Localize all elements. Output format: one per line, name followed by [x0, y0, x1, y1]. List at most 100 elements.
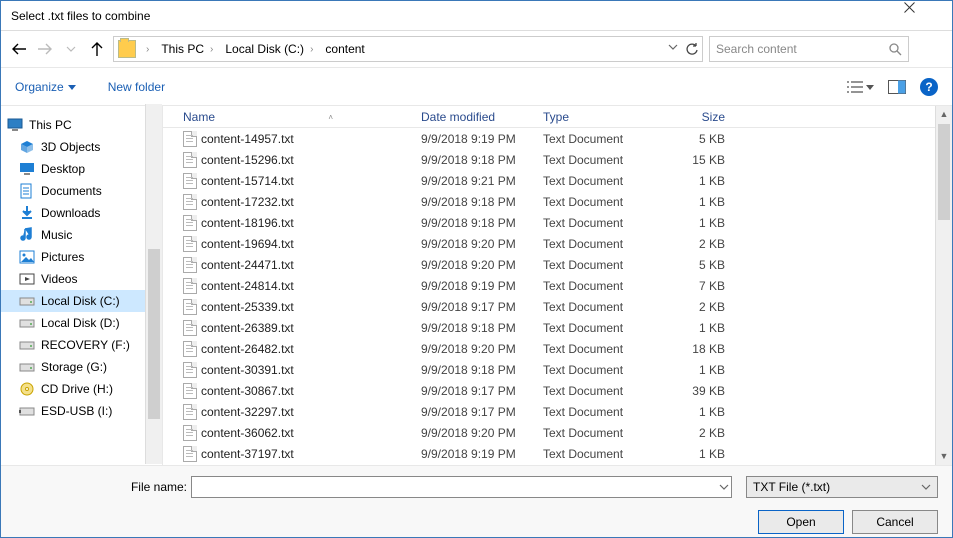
file-size: 1 KB	[663, 216, 733, 230]
forward-button[interactable]	[35, 39, 55, 59]
text-file-icon	[183, 257, 197, 273]
breadcrumb-sep[interactable]: ›	[140, 44, 155, 55]
tree-item[interactable]: Pictures	[1, 246, 162, 268]
file-type: Text Document	[543, 300, 663, 314]
file-row[interactable]: content-25339.txt 9/9/2018 9:17 PMText Do…	[163, 296, 952, 317]
file-date: 9/9/2018 9:17 PM	[421, 300, 543, 314]
view-options-button[interactable]	[846, 80, 874, 94]
tree-item-label: CD Drive (H:)	[41, 382, 113, 396]
file-size: 15 KB	[663, 153, 733, 167]
file-row[interactable]: content-24471.txt9/9/2018 9:20 PMText Do…	[163, 254, 952, 275]
organize-label: Organize	[15, 80, 64, 94]
chevron-down-icon	[719, 482, 729, 492]
tree-item[interactable]: Music	[1, 224, 162, 246]
back-button[interactable]	[9, 39, 29, 59]
tree-item[interactable]: RECOVERY (F:)	[1, 334, 162, 356]
dropdown-icon	[866, 83, 874, 91]
breadcrumb-item-2[interactable]: content	[323, 42, 366, 56]
breadcrumb-item-1[interactable]: Local Disk (C:)›	[223, 42, 319, 56]
column-header-size[interactable]: Size	[663, 110, 733, 124]
cancel-button[interactable]: Cancel	[852, 510, 938, 534]
file-name: content-30867.txt	[201, 384, 294, 398]
help-button[interactable]: ?	[920, 78, 938, 96]
open-button[interactable]: Open	[758, 510, 844, 534]
scrollbar-thumb[interactable]	[938, 124, 950, 220]
dropdown-icon	[68, 83, 76, 91]
tree-scrollbar[interactable]	[145, 104, 162, 464]
filename-input[interactable]	[192, 477, 719, 497]
file-row[interactable]: content-17232.txt9/9/2018 9:18 PMText Do…	[163, 191, 952, 212]
text-file-icon	[183, 131, 197, 147]
file-type: Text Document	[543, 216, 663, 230]
file-row[interactable]: content-14957.txt9/9/2018 9:19 PMText Do…	[163, 128, 952, 149]
file-date: 9/9/2018 9:19 PM	[421, 132, 543, 146]
file-row[interactable]: content-30391.txt9/9/2018 9:18 PMText Do…	[163, 359, 952, 380]
file-row[interactable]: content-36062.txt9/9/2018 9:20 PMText Do…	[163, 422, 952, 443]
file-date: 9/9/2018 9:17 PM	[421, 405, 543, 419]
navigation-tree: This PC 3D ObjectsDesktop Documents Downlo…	[1, 106, 163, 465]
tree-item[interactable]: 3D Objects	[1, 136, 162, 158]
file-row[interactable]: content-19694.txt9/9/2018 9:20 PMText Do…	[163, 233, 952, 254]
organize-menu[interactable]: Organize	[15, 80, 76, 94]
tree-root-label: This PC	[29, 118, 72, 132]
tree-item[interactable]: Videos	[1, 268, 162, 290]
file-row[interactable]: content-15296.txt9/9/2018 9:18 PMText Do…	[163, 149, 952, 170]
file-row[interactable]: content-32297.txt9/9/2018 9:17 PMText Do…	[163, 401, 952, 422]
file-row[interactable]: content-26482.txt9/9/2018 9:20 PMText Do…	[163, 338, 952, 359]
file-row[interactable]: content-26389.txt9/9/2018 9:18 PMText Do…	[163, 317, 952, 338]
up-button[interactable]	[87, 39, 107, 59]
tree-item[interactable]: Storage (G:)	[1, 356, 162, 378]
tree-root-this-pc[interactable]: This PC	[1, 114, 162, 136]
drive-icon	[19, 293, 35, 309]
tree-item-label: Downloads	[41, 206, 100, 220]
file-type: Text Document	[543, 426, 663, 440]
column-header-name[interactable]: Name ˄	[163, 110, 421, 124]
file-name: content-37197.txt	[201, 447, 294, 461]
tree-item[interactable]: ESD-USB (I:)	[1, 400, 162, 422]
preview-pane-button[interactable]	[888, 80, 906, 94]
text-file-icon	[183, 404, 197, 420]
file-size: 1 KB	[663, 447, 733, 461]
column-header-date[interactable]: Date modified	[421, 110, 543, 124]
scrollbar-thumb[interactable]	[148, 249, 160, 419]
text-file-icon	[183, 320, 197, 336]
file-row[interactable]: content-24814.txt9/9/2018 9:19 PMText Do…	[163, 275, 952, 296]
tree-item[interactable]: Local Disk (C:)	[1, 290, 162, 312]
file-name: content-17232.txt	[201, 195, 294, 209]
refresh-button[interactable]	[684, 42, 698, 56]
tree-item[interactable]: Documents	[1, 180, 162, 202]
tree-item[interactable]: Local Disk (D:)	[1, 312, 162, 334]
file-date: 9/9/2018 9:20 PM	[421, 342, 543, 356]
tree-item[interactable]: Desktop	[1, 158, 162, 180]
address-dropdown[interactable]	[668, 42, 678, 56]
view-list-icon	[846, 80, 864, 94]
search-input[interactable]: Search content	[709, 36, 909, 62]
file-row[interactable]: content-30867.txt9/9/2018 9:17 PMText Do…	[163, 380, 952, 401]
breadcrumb-item-0[interactable]: This PC›	[159, 42, 219, 56]
column-header-type[interactable]: Type	[543, 110, 663, 124]
file-size: 1 KB	[663, 405, 733, 419]
file-name: content-25339.txt	[201, 300, 294, 314]
tree-item-label: Videos	[41, 272, 77, 286]
list-scrollbar[interactable]: ▲ ▼	[935, 106, 952, 465]
drive-icon	[19, 359, 35, 375]
scroll-up[interactable]: ▲	[936, 106, 952, 123]
tree-item[interactable]: Downloads	[1, 202, 162, 224]
tree-item-label: Documents	[41, 184, 102, 198]
text-file-icon	[183, 425, 197, 441]
video-icon	[19, 271, 35, 287]
file-row[interactable]: content-18196.txt9/9/2018 9:18 PMText Do…	[163, 212, 952, 233]
address-bar[interactable]: › This PC› Local Disk (C:)› content	[113, 36, 703, 62]
tree-item[interactable]: CD Drive (H:)	[1, 378, 162, 400]
file-row[interactable]: content-15714.txt9/9/2018 9:21 PMText Do…	[163, 170, 952, 191]
dialog-footer: File name: TXT File (*.txt) Open Cancel	[1, 465, 952, 537]
file-type: Text Document	[543, 174, 663, 188]
filename-history-dropdown[interactable]	[719, 482, 731, 492]
scroll-down[interactable]: ▼	[936, 448, 952, 465]
text-file-icon	[183, 383, 197, 399]
new-folder-button[interactable]: New folder	[108, 80, 165, 94]
filetype-select[interactable]: TXT File (*.txt)	[746, 476, 938, 498]
recent-dropdown[interactable]	[61, 39, 81, 59]
file-row[interactable]: content-37197.txt9/9/2018 9:19 PMText Do…	[163, 443, 952, 464]
close-button[interactable]	[904, 2, 948, 30]
